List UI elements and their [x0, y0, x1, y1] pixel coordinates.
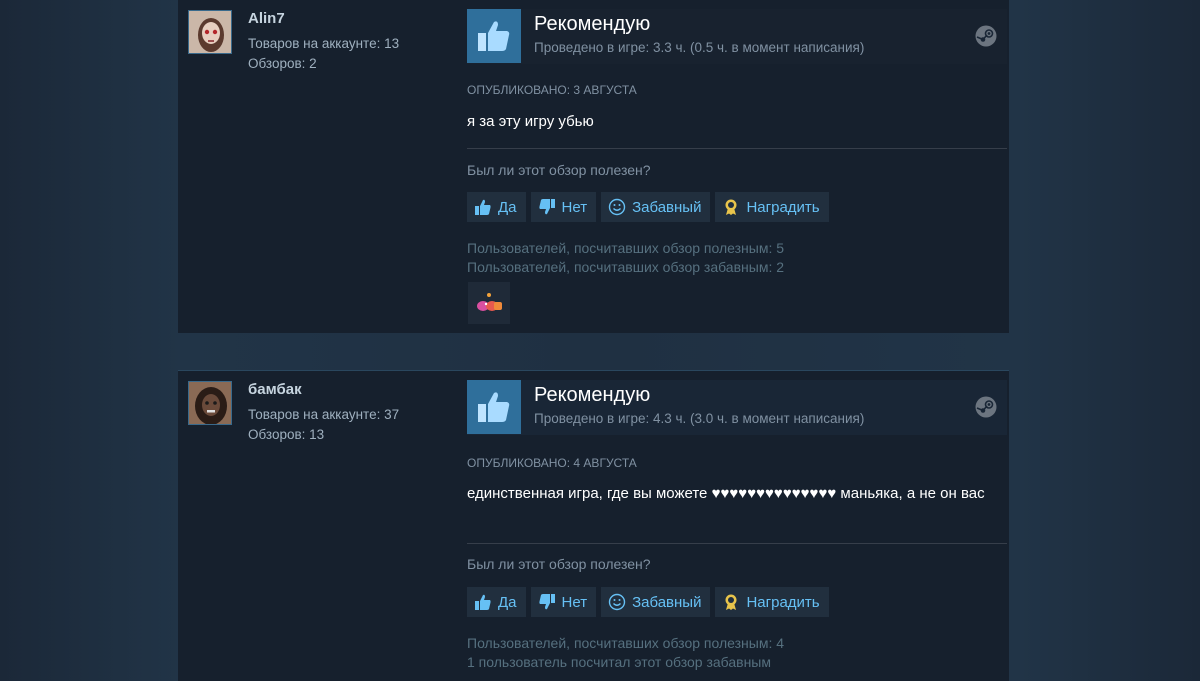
author-name[interactable]: Alin7: [248, 10, 285, 27]
helpful-question: Был ли этот обзор полезен?: [467, 162, 651, 178]
thumbs-up-icon: [467, 9, 521, 63]
award-button[interactable]: Наградить: [715, 587, 829, 617]
vote-yes-label: Да: [498, 593, 517, 611]
smiley-icon: [608, 198, 626, 216]
helpful-question: Был ли этот обзор полезен?: [467, 556, 651, 572]
funny-count: 1 пользователь посчитал этот обзор забав…: [467, 654, 771, 670]
vote-no-button[interactable]: Нет: [530, 192, 597, 222]
posted-date: Опубликовано: 4 августа: [467, 456, 637, 470]
avatar[interactable]: [188, 381, 232, 425]
award-label: Наградить: [746, 593, 820, 611]
vote-no-label: Нет: [561, 198, 588, 216]
vote-no-label: Нет: [561, 593, 588, 611]
author-products-count[interactable]: Товаров на аккаунте: 37: [248, 407, 399, 422]
review-text: я за эту игру убью: [467, 113, 594, 130]
award-badge-icon[interactable]: [468, 282, 510, 324]
thumbs-up-icon: [467, 380, 521, 434]
vote-title: Рекомендую: [534, 13, 651, 35]
award-label: Наградить: [746, 198, 820, 216]
helpful-count: Пользователей, посчитавших обзор полезны…: [467, 635, 785, 651]
hours-played: Проведено в игре: 4.3 ч. (3.0 ч. в момен…: [534, 411, 865, 426]
smiley-icon: [608, 593, 626, 611]
funny-count: Пользователей, посчитавших обзор забавны…: [467, 259, 785, 275]
divider: [467, 148, 1007, 149]
vote-header[interactable]: Рекомендую Проведено в игре: 3.3 ч. (0.5…: [467, 9, 1007, 64]
vote-header[interactable]: Рекомендую Проведено в игре: 4.3 ч. (3.0…: [467, 380, 1007, 435]
vote-yes-label: Да: [498, 198, 517, 216]
vote-funny-label: Забавный: [632, 593, 702, 611]
divider: [467, 543, 1007, 544]
thumbs-down-icon: [538, 198, 556, 216]
author-name[interactable]: бамбак: [248, 381, 302, 398]
thumbs-up-icon: [474, 198, 492, 216]
author-reviews-count[interactable]: Обзоров: 13: [248, 427, 324, 442]
thumbs-up-icon: [474, 593, 492, 611]
hours-played: Проведено в игре: 3.3 ч. (0.5 ч. в момен…: [534, 40, 865, 55]
posted-date: Опубликовано: 3 августа: [467, 83, 637, 97]
vote-funny-button[interactable]: Забавный: [601, 587, 711, 617]
avatar[interactable]: [188, 10, 232, 54]
rating-buttons: Да Нет Забавный Наградить: [467, 192, 829, 222]
award-ribbon-icon: [722, 198, 740, 216]
vote-yes-button[interactable]: Да: [467, 192, 526, 222]
author-products-count[interactable]: Товаров на аккаунте: 13: [248, 36, 399, 51]
vote-yes-button[interactable]: Да: [467, 587, 526, 617]
vote-title: Рекомендую: [534, 384, 651, 406]
review-card: Alin7 Товаров на аккаунте: 13 Обзоров: 2…: [178, 0, 1009, 333]
steam-logo-icon: [975, 25, 997, 47]
thumbs-down-icon: [538, 593, 556, 611]
award-ribbon-icon: [722, 593, 740, 611]
vote-no-button[interactable]: Нет: [530, 587, 597, 617]
review-text: единственная игра, где вы можете ♥♥♥♥♥♥♥…: [467, 485, 985, 502]
vote-funny-button[interactable]: Забавный: [601, 192, 711, 222]
author-reviews-count[interactable]: Обзоров: 2: [248, 56, 317, 71]
helpful-count: Пользователей, посчитавших обзор полезны…: [467, 240, 785, 256]
rating-buttons: Да Нет Забавный Наградить: [467, 587, 829, 617]
award-button[interactable]: Наградить: [715, 192, 829, 222]
steam-logo-icon: [975, 396, 997, 418]
vote-funny-label: Забавный: [632, 198, 702, 216]
review-card: бамбак Товаров на аккаунте: 37 Обзоров: …: [178, 370, 1009, 681]
